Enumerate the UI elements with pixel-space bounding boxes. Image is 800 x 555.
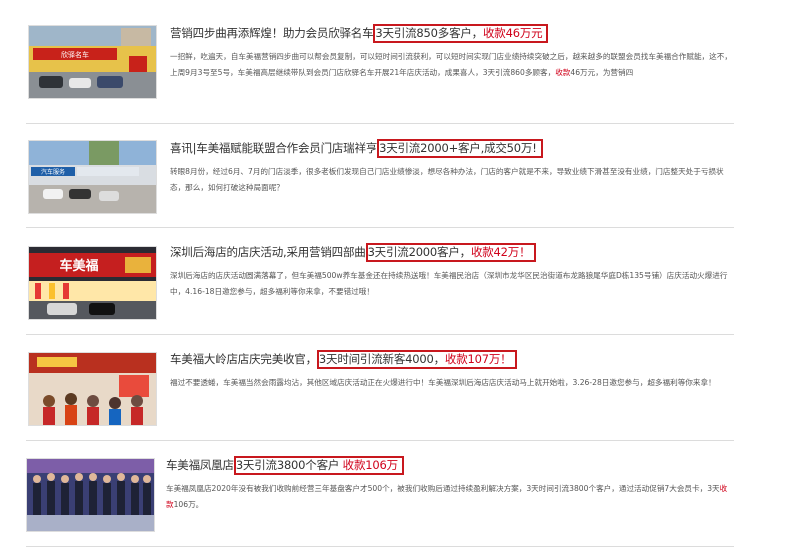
highlight-text: 3天引流850多客户， [375, 26, 483, 40]
highlight-text: 3天引流 [379, 141, 421, 155]
title-text: 喜讯|车美福赋能联盟合作会员门店瑞祥亨 [170, 141, 378, 155]
highlight-box: 3天引流2000客户，收款42万！ [365, 243, 537, 262]
article-thumbnail[interactable] [28, 352, 157, 426]
store-sign: 车美福 [59, 258, 98, 274]
divider [26, 227, 734, 228]
revenue-text: 收款46万元 [482, 26, 543, 40]
article-summary: 福过不要透蜷，车美福当然会雨露均沾，其他区域店庆活动正在火爆进行中！车美福深圳后… [170, 375, 734, 391]
storefront-image-icon: 汽车服务 [29, 141, 156, 213]
store-sign: 欣驿名车 [61, 50, 89, 59]
revenue-text: 收款42万！ [470, 245, 531, 259]
summary-text-tail: 46万元，为营销四 [570, 68, 634, 77]
highlight-text-tail: 2000+客户,成交50万! [420, 141, 537, 155]
divider [26, 440, 734, 441]
article-summary: 转眼8月份，经过6月、7月的门店淡季，很多老板们发现自己门店业绩惨淡，想尽各种办… [170, 164, 734, 196]
store-sign: 汽车服务 [41, 168, 65, 176]
title-text: 营销四步曲再添辉煌！助力会员欣驿名车 [170, 26, 374, 40]
highlight-box: 3天引流3800个客户 收款106万 [233, 456, 404, 475]
team-photo-icon [27, 459, 154, 531]
article-title[interactable]: 车美福凤凰店 3天引流3800个客户 收款106万 [166, 456, 734, 475]
highlight-text: 3天引流3800个客户 [235, 458, 343, 472]
article-title[interactable]: 营销四步曲再添辉煌！助力会员欣驿名车 3天引流850多客户，收款46万元 [170, 24, 734, 43]
event-photo-icon [29, 353, 156, 425]
article-thumbnail[interactable]: 欣驿名车 [28, 25, 157, 99]
storefront-image-icon: 车美福 [29, 247, 156, 319]
divider [26, 334, 734, 335]
title-text: 车美福凤凰店 [166, 458, 234, 472]
article-thumbnail[interactable] [26, 458, 155, 532]
summary-text: 转眼8月份，经过6月、7月的门店淡季，很多老板们发现自己门店业绩惨淡，想尽各种办… [170, 167, 724, 192]
article-thumbnail[interactable]: 车美福 [28, 246, 157, 320]
summary-text: 一招鲜，吃遍天，自车美福营销四步曲可以帮会员复制，可以短时间引流获利，可以短时间… [170, 52, 732, 77]
article-summary: 深圳后海店的店庆活动圆满落幕了，但车美福500w养车基金还在持续热送哦！车美福民… [170, 268, 734, 300]
highlight-box: 3天引流850多客户，收款46万元 [373, 24, 549, 43]
highlight-box: 3天引流2000+客户,成交50万! [377, 139, 543, 158]
divider [26, 123, 734, 124]
summary-text-tail: 106万。 [173, 500, 204, 509]
article-title[interactable]: 喜讯|车美福赋能联盟合作会员门店瑞祥亨 3天引流2000+客户,成交50万! [170, 139, 734, 158]
title-text: 深圳后海店的店庆活动,采用营销四部曲 [170, 245, 366, 259]
storefront-image-icon: 欣驿名车 [29, 26, 156, 98]
highlight-text: 3天时间引流新客4000， [318, 352, 445, 366]
highlight-box: 3天时间引流新客4000，收款107万！ [316, 350, 518, 369]
revenue-text: 收款107万！ [444, 352, 512, 366]
article-summary: 一招鲜，吃遍天，自车美福营销四步曲可以帮会员复制，可以短时间引流获利，可以短时间… [170, 49, 734, 81]
article-title[interactable]: 深圳后海店的店庆活动,采用营销四部曲 3天引流2000客户，收款42万！ [170, 243, 734, 262]
divider [26, 546, 734, 547]
summary-red-text: 收款 [555, 68, 571, 77]
summary-text: 车美福凤凰店2020年没有被我们收购前经营三年基盘客户才500个，被我们收购后通… [166, 484, 720, 493]
article-thumbnail[interactable]: 汽车服务 [28, 140, 157, 214]
article-summary: 车美福凤凰店2020年没有被我们收购前经营三年基盘客户才500个，被我们收购后通… [166, 481, 734, 513]
article-title[interactable]: 车美福大岭店店庆完美收官， 3天时间引流新客4000，收款107万！ [170, 350, 734, 369]
highlight-text: 3天引流2000客户， [367, 245, 472, 259]
summary-text: 福过不要透蜷，车美福当然会雨露均沾，其他区域店庆活动正在火爆进行中！车美福深圳后… [170, 378, 716, 387]
summary-text: 深圳后海店的店庆活动圆满落幕了，但车美福500w养车基金还在持续热送哦！车美福民… [170, 271, 728, 296]
revenue-text: 收款106万 [342, 458, 398, 472]
title-text: 车美福大岭店店庆完美收官， [170, 352, 317, 366]
